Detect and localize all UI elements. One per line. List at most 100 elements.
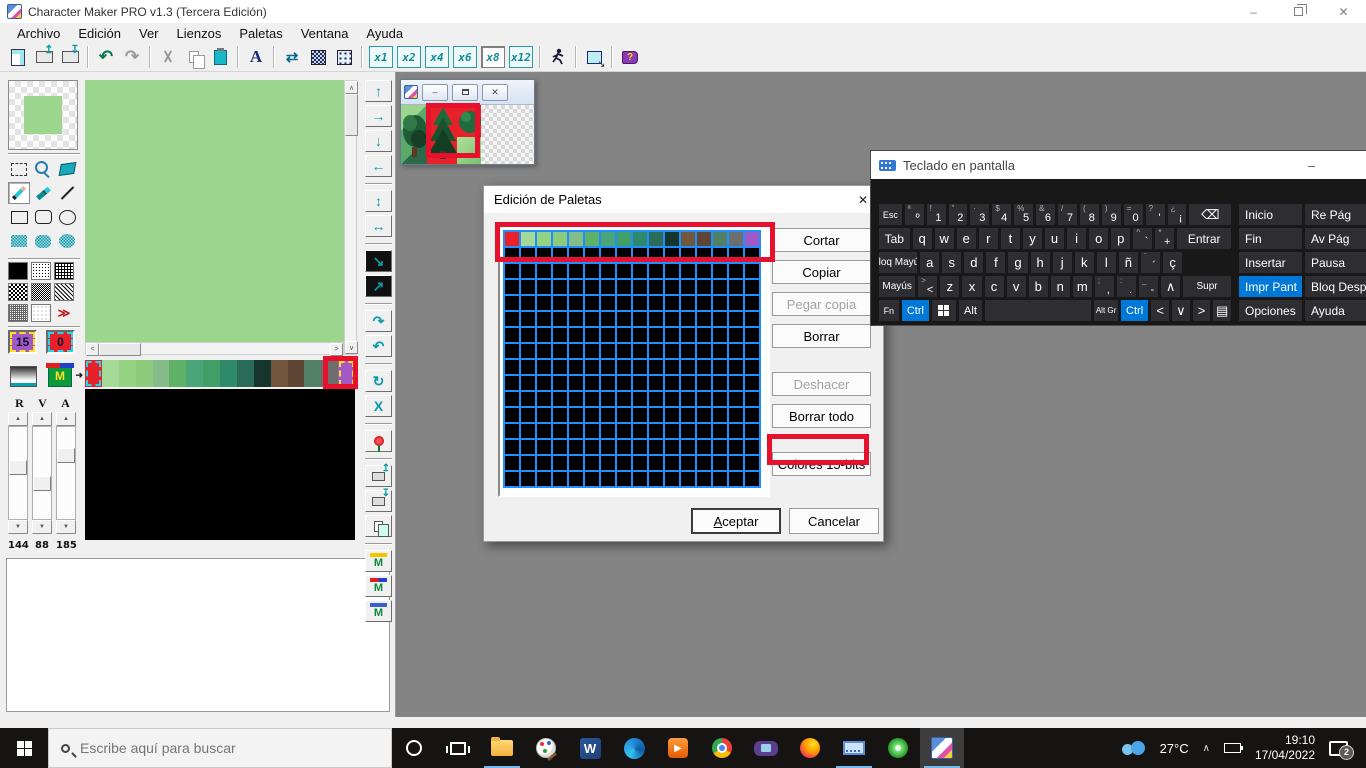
palette-cell-7-15[interactable]	[745, 344, 759, 358]
palette-cell-1-10[interactable]	[665, 248, 679, 262]
palette-cell-4-5[interactable]	[585, 296, 599, 310]
palette-cell-8-11[interactable]	[681, 360, 695, 374]
palette-cell-9-3[interactable]	[553, 376, 567, 390]
key-t[interactable]: t	[1001, 228, 1020, 249]
key-1[interactable]: !1	[927, 204, 946, 225]
palette-cell-0-6[interactable]	[601, 232, 615, 246]
palette-cell-13-2[interactable]	[537, 440, 551, 454]
palette-cell-13-7[interactable]	[617, 440, 631, 454]
line-tool[interactable]	[56, 182, 78, 204]
palette-cell-15-8[interactable]	[633, 472, 647, 486]
strip-color-12[interactable]	[288, 360, 305, 387]
palette-cell-3-13[interactable]	[713, 280, 727, 294]
palette-cell-10-10[interactable]	[665, 392, 679, 406]
palette-cell-1-6[interactable]	[601, 248, 615, 262]
palette-cell-4-6[interactable]	[601, 296, 615, 310]
strip-color-13[interactable]	[304, 360, 321, 387]
palette-cell-9-1[interactable]	[521, 376, 535, 390]
palette-cell-6-6[interactable]	[601, 328, 615, 342]
palette-cell-9-6[interactable]	[601, 376, 615, 390]
palette-cell-2-11[interactable]	[681, 264, 695, 278]
menu-ventana[interactable]: Ventana	[292, 25, 358, 42]
pat-solid[interactable]	[8, 262, 28, 280]
palette-cell-1-5[interactable]	[585, 248, 599, 262]
key-º[interactable]: ªº	[905, 204, 924, 225]
menu-ver[interactable]: Ver	[130, 25, 168, 42]
fill-tool[interactable]	[56, 158, 78, 180]
key-q[interactable]: q	[913, 228, 932, 249]
menu-ayuda[interactable]: Ayuda	[357, 25, 412, 42]
palette-cell-3-6[interactable]	[601, 280, 615, 294]
palette-cell-10-11[interactable]	[681, 392, 695, 406]
battery-icon[interactable]	[1224, 743, 1241, 753]
palette-cell-2-1[interactable]	[521, 264, 535, 278]
palette-cell-15-2[interactable]	[537, 472, 551, 486]
palette-cell-1-3[interactable]	[553, 248, 567, 262]
zoom-x2-button[interactable]: x2	[397, 46, 421, 68]
palette-cell-3-9[interactable]	[649, 280, 663, 294]
clock[interactable]: 19:10 17/04/2022	[1255, 733, 1315, 763]
taskbar-on-screen-keyboard[interactable]	[832, 728, 876, 768]
strip-color-15[interactable]	[338, 360, 355, 387]
key-Tab[interactable]: Tab	[879, 228, 910, 249]
new-file-button[interactable]	[5, 45, 31, 69]
canvas-vscrollbar[interactable]: ∧ ∨	[344, 80, 357, 355]
palette-cell-5-0[interactable]	[505, 312, 519, 326]
key-r[interactable]: r	[979, 228, 998, 249]
roundrect-tool[interactable]	[32, 206, 54, 228]
palette-cell-14-6[interactable]	[601, 456, 615, 470]
palette-cell-11-8[interactable]	[633, 408, 647, 422]
palette-cell-9-4[interactable]	[569, 376, 583, 390]
slider-thumb[interactable]	[33, 476, 51, 491]
pattern1-button[interactable]	[305, 45, 331, 69]
ellipse-tool[interactable]	[56, 206, 78, 228]
pencil-tool[interactable]	[8, 182, 30, 204]
palette-cell-15-13[interactable]	[713, 472, 727, 486]
palette-cell-0-1[interactable]	[521, 232, 535, 246]
palette-cell-9-15[interactable]	[745, 376, 759, 390]
strip-color-6[interactable]	[186, 360, 203, 387]
palette-cell-4-2[interactable]	[537, 296, 551, 310]
taskbar-gba-emulator[interactable]	[744, 728, 788, 768]
shift-up-button[interactable]: ↑	[365, 80, 392, 102]
palette-cell-12-10[interactable]	[665, 424, 679, 438]
key-inicio[interactable]: Inicio	[1239, 204, 1302, 225]
palette-cell-14-13[interactable]	[713, 456, 727, 470]
background-color-box[interactable]: 0	[46, 330, 75, 354]
palette-cell-13-11[interactable]	[681, 440, 695, 454]
palette-cell-10-8[interactable]	[633, 392, 647, 406]
key-f[interactable]: f	[986, 252, 1005, 273]
pat-diagonal[interactable]	[54, 283, 74, 301]
palette-cell-15-1[interactable]	[521, 472, 535, 486]
palette-cell-5-15[interactable]	[745, 312, 759, 326]
key--[interactable]: _-	[1139, 276, 1158, 297]
redo-button[interactable]: ↷	[119, 45, 145, 69]
slider-up-icon[interactable]: ▲	[8, 412, 28, 426]
pat-grid[interactable]	[54, 262, 74, 280]
palette-cell-1-4[interactable]	[569, 248, 583, 262]
palette-cell-5-13[interactable]	[713, 312, 727, 326]
clear-button[interactable]: X	[365, 395, 392, 417]
palette-cell-8-0[interactable]	[505, 360, 519, 374]
cut-button[interactable]	[155, 45, 181, 69]
palette-cell-8-1[interactable]	[521, 360, 535, 374]
palette-cell-0-5[interactable]	[585, 232, 599, 246]
key-9[interactable]: )9	[1102, 204, 1121, 225]
palette-cell-15-4[interactable]	[569, 472, 583, 486]
slider-down-icon[interactable]: ▼	[8, 520, 28, 534]
palette-cell-4-11[interactable]	[681, 296, 695, 310]
palette-cell-1-13[interactable]	[713, 248, 727, 262]
palette-cell-13-14[interactable]	[729, 440, 743, 454]
palette-cell-0-9[interactable]	[649, 232, 663, 246]
menu-archivo[interactable]: Archivo	[8, 25, 69, 42]
m-blue-button[interactable]: M	[365, 600, 392, 622]
palette-cell-11-2[interactable]	[537, 408, 551, 422]
key-¡[interactable]: ¿¡	[1168, 204, 1187, 225]
temperature[interactable]: 27°C	[1160, 741, 1189, 756]
shift-down-button[interactable]: ↓	[365, 130, 392, 152]
palette-cell-12-13[interactable]	[713, 424, 727, 438]
palette-cell-11-11[interactable]	[681, 408, 695, 422]
palette-cell-3-14[interactable]	[729, 280, 743, 294]
palette-cell-15-3[interactable]	[553, 472, 567, 486]
notification-icon[interactable]: 2	[1329, 741, 1348, 756]
